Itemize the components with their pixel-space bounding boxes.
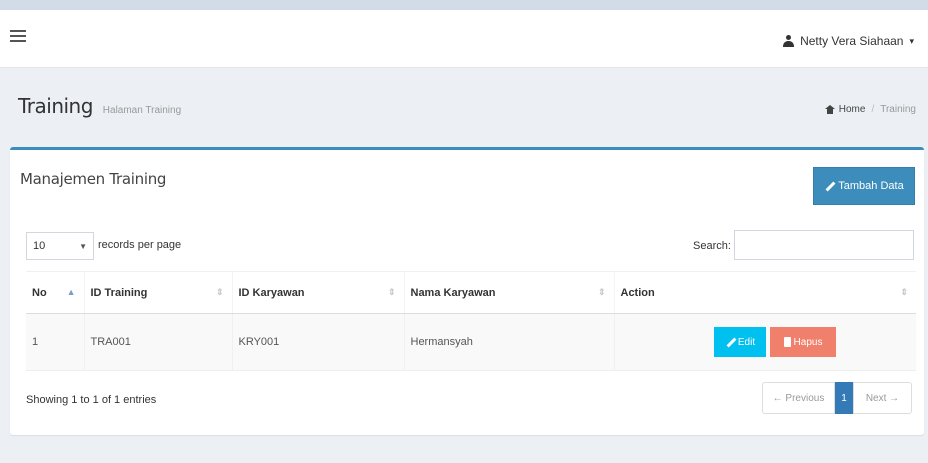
- delete-button[interactable]: Hapus: [770, 327, 836, 357]
- search-input[interactable]: [734, 230, 914, 260]
- next-page-button[interactable]: Next →: [853, 382, 912, 414]
- pencil-icon: [824, 181, 834, 191]
- column-header-no[interactable]: No ▲: [26, 271, 84, 314]
- sort-icon: ⇕: [387, 287, 396, 297]
- cell-no: 1: [26, 313, 84, 371]
- column-header-nama-karyawan[interactable]: Nama Karyawan ⇕: [403, 271, 614, 314]
- training-table: No ▲ ID Training ⇕ ID Karyawan ⇕ Nama Karya…: [26, 271, 916, 371]
- breadcrumb-home[interactable]: Home: [839, 104, 866, 115]
- table-header-row: No ▲ ID Training ⇕ ID Karyawan ⇕ Nama Karya…: [26, 271, 916, 314]
- search-label: Search:: [693, 240, 731, 252]
- pagination: ← Previous 1 Next →: [762, 382, 912, 414]
- delete-label: Hapus: [793, 336, 823, 348]
- column-header-action[interactable]: Action ⇕: [613, 271, 916, 314]
- table-info: Showing 1 to 1 of 1 entries: [26, 394, 157, 406]
- top-strip: [0, 0, 928, 10]
- trash-icon: [783, 337, 791, 347]
- cell-id-training: TRA001: [83, 313, 232, 371]
- records-per-page-value: 10: [33, 240, 46, 252]
- previous-page-button[interactable]: ← Previous: [762, 382, 835, 414]
- page-title: Training Halaman Training: [18, 94, 181, 118]
- table-row: 1 TRA001 KRY001 Hermansyah Edit Hapus: [26, 313, 916, 371]
- caret-down-icon: ▾: [909, 35, 914, 46]
- cell-id-karyawan: KRY001: [231, 313, 404, 371]
- user-menu[interactable]: Netty Vera Siahaan ▾: [783, 34, 914, 48]
- sort-icon: ⇕: [215, 287, 224, 297]
- breadcrumb-current: Training: [880, 104, 916, 115]
- home-icon: [824, 105, 835, 114]
- box-title: Manajemen Training: [20, 170, 167, 188]
- records-per-page-label: records per page: [98, 239, 182, 251]
- add-data-button[interactable]: Tambah Data: [813, 167, 915, 205]
- column-header-id-karyawan[interactable]: ID Karyawan ⇕: [231, 271, 404, 314]
- training-box: Manajemen Training Tambah Data 10 ▼ reco…: [10, 147, 924, 435]
- sort-icon: ⇕: [597, 287, 606, 297]
- cell-action: Edit Hapus: [613, 313, 916, 371]
- select-arrow-icon: ▼: [79, 242, 87, 251]
- content-header: Training Halaman Training Home / Trainin…: [0, 68, 928, 140]
- menu-toggle-icon[interactable]: [10, 30, 26, 43]
- user-icon: [783, 35, 795, 47]
- pencil-icon: [725, 337, 735, 347]
- navbar: Netty Vera Siahaan ▾: [0, 10, 928, 68]
- edit-button[interactable]: Edit: [714, 327, 766, 357]
- sort-asc-icon: ▲: [66, 287, 76, 297]
- records-per-page-select[interactable]: 10 ▼: [26, 232, 94, 260]
- breadcrumb-separator: /: [871, 104, 875, 115]
- breadcrumb: Home / Training: [824, 104, 916, 115]
- cell-nama-karyawan: Hermansyah: [403, 313, 614, 371]
- page-title-text: Training: [18, 94, 93, 118]
- page-1-button[interactable]: 1: [835, 382, 853, 414]
- edit-label: Edit: [737, 336, 756, 348]
- add-data-label: Tambah Data: [838, 180, 904, 192]
- user-name: Netty Vera Siahaan: [800, 34, 904, 48]
- column-header-id-training[interactable]: ID Training ⇕: [83, 271, 232, 314]
- page-subtitle: Halaman Training: [102, 105, 182, 116]
- sort-icon: ⇕: [900, 287, 908, 297]
